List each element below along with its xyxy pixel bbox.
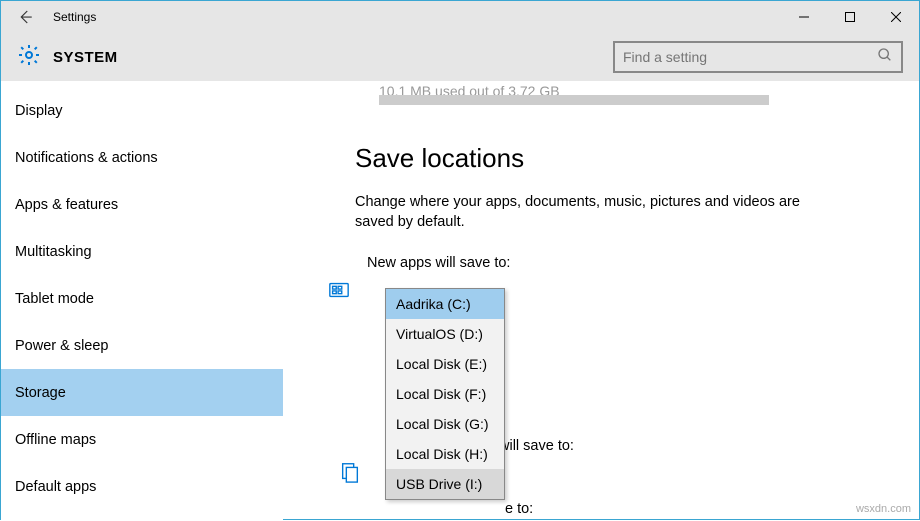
dropdown-option[interactable]: Local Disk (H:): [386, 439, 504, 469]
sidebar-item-storage[interactable]: Storage: [1, 369, 283, 416]
header: SYSTEM: [1, 33, 919, 81]
documents-icon: [339, 461, 361, 488]
window-controls: [781, 1, 919, 33]
content: 10.1 MB used out of 3.72 GB Save locatio…: [283, 81, 919, 521]
maximize-button[interactable]: [827, 1, 873, 33]
dropdown-option[interactable]: Aadrika (C:): [386, 289, 504, 319]
sidebar-item-offline-maps[interactable]: Offline maps: [1, 416, 283, 463]
minimize-button[interactable]: [781, 1, 827, 33]
back-arrow-icon: [16, 8, 34, 26]
save-locations-heading: Save locations: [355, 143, 895, 174]
sidebar-item-notifications[interactable]: Notifications & actions: [1, 134, 283, 181]
sidebar: Display Notifications & actions Apps & f…: [1, 81, 283, 521]
documents-label-fragment: will save to:: [499, 438, 574, 454]
search-icon: [877, 47, 893, 68]
section-title: SYSTEM: [53, 49, 118, 66]
back-button[interactable]: [1, 1, 49, 33]
titlebar: Settings: [1, 1, 919, 33]
sidebar-item-display[interactable]: Display: [1, 87, 283, 134]
apps-icon: [327, 279, 351, 301]
sidebar-item-apps-features[interactable]: Apps & features: [1, 181, 283, 228]
close-icon: [891, 12, 901, 22]
dropdown-option[interactable]: Local Disk (E:): [386, 349, 504, 379]
close-button[interactable]: [873, 1, 919, 33]
sidebar-item-multitasking[interactable]: Multitasking: [1, 228, 283, 275]
dropdown-option[interactable]: USB Drive (I:): [386, 469, 504, 499]
save-locations-description: Change where your apps, documents, music…: [355, 192, 835, 233]
watermark: wsxdn.com: [856, 503, 911, 515]
sidebar-item-tablet-mode[interactable]: Tablet mode: [1, 275, 283, 322]
gear-icon: [17, 43, 41, 72]
new-apps-label: New apps will save to:: [367, 255, 895, 271]
search-box[interactable]: [613, 41, 903, 73]
drive-dropdown[interactable]: Aadrika (C:) VirtualOS (D:) Local Disk (…: [385, 288, 505, 500]
dropdown-option[interactable]: Local Disk (F:): [386, 379, 504, 409]
window-title: Settings: [53, 10, 96, 24]
sidebar-item-power-sleep[interactable]: Power & sleep: [1, 322, 283, 369]
maximize-icon: [845, 12, 855, 22]
search-input[interactable]: [623, 49, 877, 65]
dropdown-option[interactable]: VirtualOS (D:): [386, 319, 504, 349]
minimize-icon: [799, 12, 809, 22]
music-label-fragment: e to:: [505, 501, 533, 517]
usage-bar: [379, 95, 769, 105]
dropdown-option[interactable]: Local Disk (G:): [386, 409, 504, 439]
sidebar-item-default-apps[interactable]: Default apps: [1, 463, 283, 510]
